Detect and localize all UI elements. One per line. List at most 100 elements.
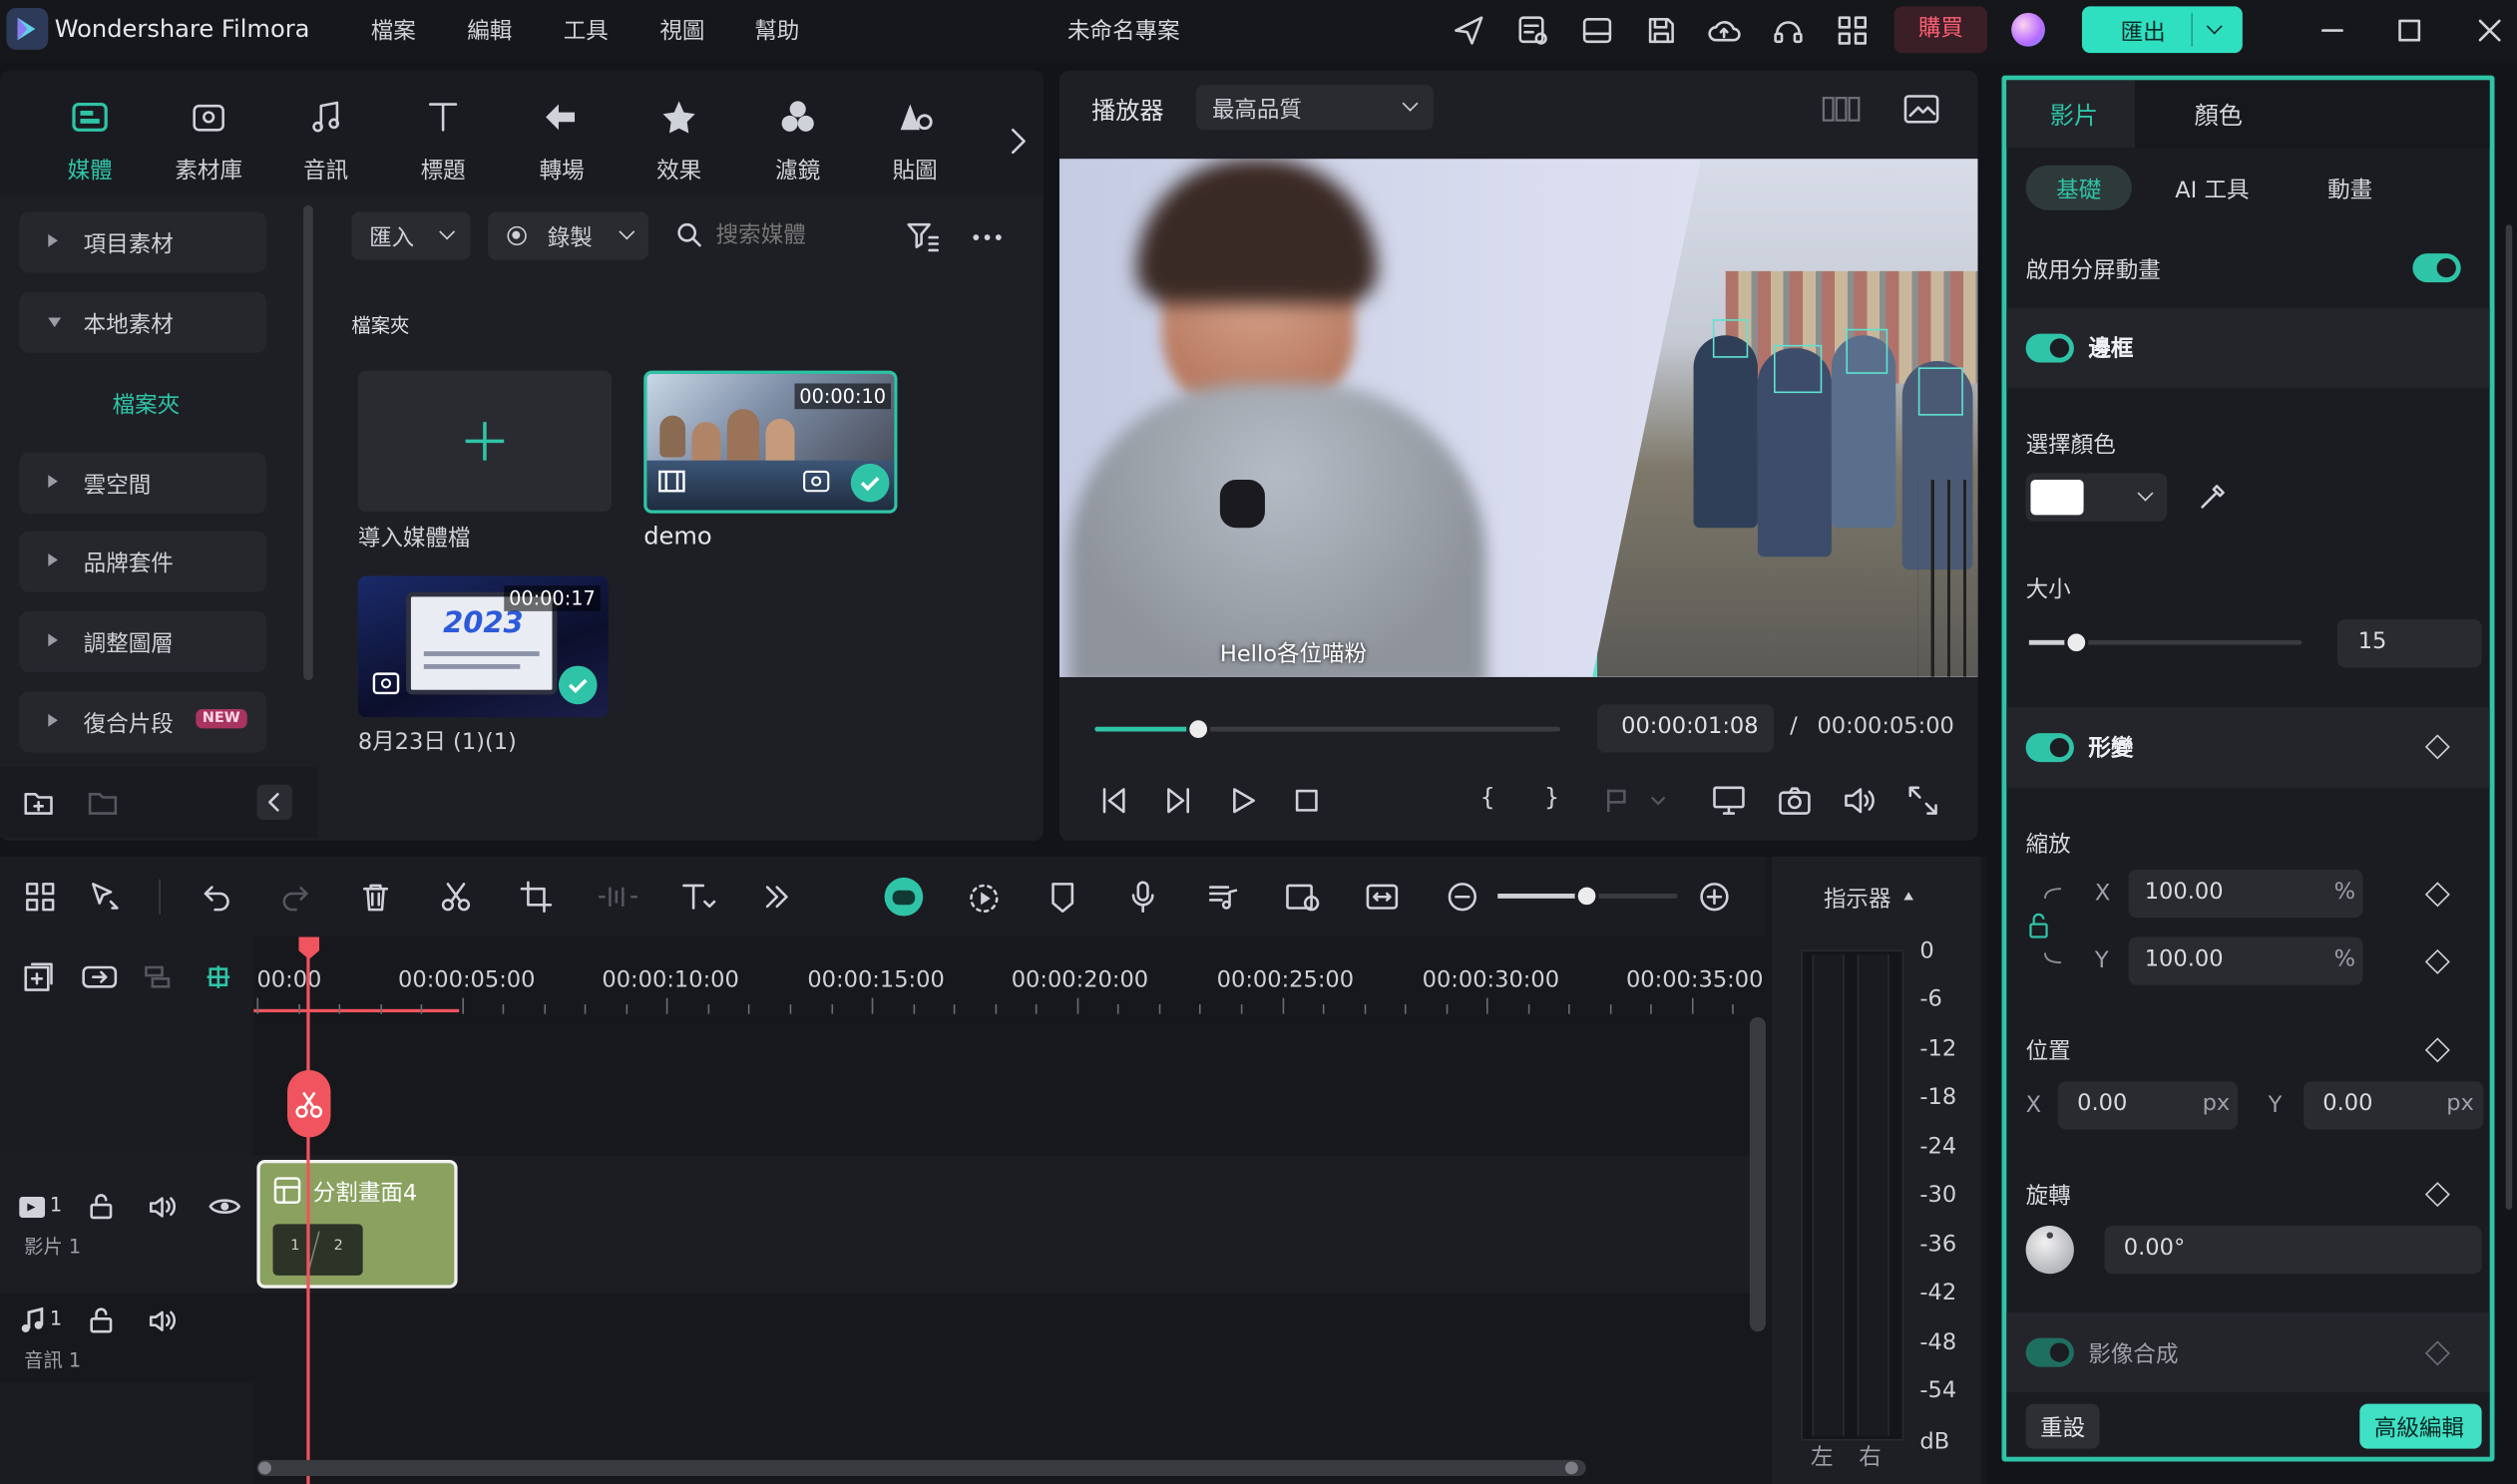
sidebar-item-brand-kit[interactable]: 品牌套件 <box>19 531 267 592</box>
avatar[interactable] <box>2011 12 2045 47</box>
buy-button[interactable]: 購買 <box>1893 6 1988 54</box>
tab-filters[interactable]: 濾鏡 <box>749 93 846 186</box>
filter-sort-icon[interactable] <box>904 218 943 257</box>
tab-color[interactable]: 顏色 <box>2159 80 2275 148</box>
snapshot-clip-icon[interactable] <box>1283 880 1325 915</box>
sidebar-scrollbar[interactable] <box>303 204 313 681</box>
tab-video[interactable]: 影片 <box>2006 80 2136 148</box>
more-icon[interactable] <box>968 219 1007 254</box>
scale-y-input[interactable]: 100.00% <box>2128 936 2363 985</box>
timeline-vertical-scrollbar[interactable] <box>1749 1016 1766 1332</box>
eyedropper-icon[interactable] <box>2196 482 2228 514</box>
timeline-horizontal-scrollbar[interactable] <box>256 1459 1586 1476</box>
tab-effects[interactable]: 效果 <box>630 93 727 186</box>
tab-library[interactable]: 素材庫 <box>161 93 257 186</box>
size-input[interactable]: 15 <box>2336 618 2482 668</box>
more-tools-icon[interactable] <box>759 880 794 915</box>
previous-frame-icon[interactable] <box>1096 783 1131 818</box>
lock-icon[interactable] <box>85 1191 117 1223</box>
border-toggle[interactable] <box>2025 333 2074 363</box>
transform-toggle[interactable] <box>2025 733 2074 763</box>
collapse-sidebar-button[interactable] <box>256 784 292 821</box>
reset-button[interactable]: 重設 <box>2025 1403 2100 1449</box>
close-icon[interactable] <box>2472 13 2507 48</box>
position-y-input[interactable]: 0.00 px <box>2303 1081 2484 1130</box>
inspector-scrollbar[interactable] <box>2505 224 2513 1210</box>
current-time-field[interactable]: 00:00:01:08 <box>1597 704 1775 753</box>
play-icon[interactable] <box>1225 783 1260 818</box>
size-slider-handle[interactable] <box>2064 630 2089 655</box>
crop-icon[interactable] <box>519 880 554 915</box>
minimize-icon[interactable] <box>2314 13 2349 48</box>
fit-timeline-icon[interactable] <box>1365 880 1400 915</box>
import-media-tile[interactable] <box>357 370 613 513</box>
headset-icon[interactable] <box>1771 13 1806 48</box>
subtab-ai-tools[interactable]: AI 工具 <box>2175 174 2249 205</box>
zoom-out-icon[interactable] <box>1445 880 1479 915</box>
sidebar-item-adjustment-layer[interactable]: 調整圖層 <box>19 610 267 673</box>
fullscreen-icon[interactable] <box>1903 781 1942 820</box>
layout-grid-icon[interactable] <box>23 880 58 915</box>
menu-file[interactable]: 檔案 <box>371 14 416 46</box>
subtab-basic[interactable]: 基礎 <box>2025 165 2132 210</box>
zoom-slider-handle[interactable] <box>1574 884 1599 909</box>
scissors-icon[interactable] <box>438 880 473 915</box>
chevron-right-icon[interactable] <box>1002 124 1034 159</box>
search-input[interactable] <box>715 214 877 257</box>
tab-titles[interactable]: 標題 <box>395 93 492 186</box>
shield-marker-icon[interactable] <box>1045 880 1079 915</box>
clip-thumbnail-demo[interactable]: 00:00:10 <box>643 370 898 514</box>
advanced-edit-button[interactable]: 高級編輯 <box>2359 1403 2482 1449</box>
tab-transitions[interactable]: 轉場 <box>514 93 611 186</box>
sidebar-item-project-media[interactable]: 項目素材 <box>19 211 267 273</box>
sidebar-item-compound-clip[interactable]: 復合片段 NEW <box>19 691 267 753</box>
sidebar-item-folder[interactable]: 檔案夾 <box>113 388 181 420</box>
music-list-icon[interactable] <box>1205 880 1240 915</box>
grid-view-icon[interactable] <box>1821 93 1863 125</box>
sidebar-item-local-media[interactable]: 本地素材 <box>19 291 267 353</box>
mark-in-icon[interactable]: { <box>1480 783 1495 812</box>
lock-icon[interactable] <box>85 1304 117 1336</box>
image-snapshot-icon[interactable] <box>1902 92 1941 127</box>
volume-icon[interactable] <box>146 1304 181 1336</box>
composite-toggle[interactable] <box>2025 1337 2074 1367</box>
undo-icon[interactable] <box>200 880 234 915</box>
split-animation-toggle[interactable] <box>2412 253 2461 283</box>
layout-icon[interactable] <box>1579 13 1614 48</box>
link-clip-icon[interactable] <box>80 959 119 994</box>
add-track-icon[interactable] <box>21 959 56 994</box>
color-picker-dropdown[interactable] <box>2025 473 2168 522</box>
volume-icon[interactable] <box>1840 781 1879 820</box>
camera-icon[interactable] <box>1776 781 1815 820</box>
subtab-animation[interactable]: 動畫 <box>2327 174 2372 205</box>
record-dropdown[interactable]: 錄製 <box>488 211 649 260</box>
next-frame-icon[interactable] <box>1160 783 1195 818</box>
send-icon[interactable] <box>1452 13 1486 48</box>
cloud-upload-icon[interactable] <box>1706 13 1741 48</box>
tab-stickers[interactable]: 貼圖 <box>867 93 964 186</box>
text-tool-icon[interactable] <box>677 880 719 915</box>
quality-dropdown[interactable]: 最高品質 <box>1195 85 1434 131</box>
menu-tools[interactable]: 工具 <box>564 14 609 46</box>
eye-icon[interactable] <box>208 1191 242 1223</box>
indicator-label[interactable]: 指示器 <box>1824 883 1891 915</box>
menu-help[interactable]: 幫助 <box>754 14 799 46</box>
scale-x-input[interactable]: 100.00% <box>2128 869 2363 919</box>
timeline-clip-split-screen[interactable]: 分割畫面4 1 2 <box>256 1160 458 1289</box>
microphone-icon[interactable] <box>1125 880 1160 915</box>
display-icon[interactable] <box>1710 781 1749 820</box>
import-dropdown[interactable]: 匯入 <box>351 211 471 260</box>
new-folder-icon[interactable] <box>21 785 56 820</box>
save-icon[interactable] <box>1644 13 1679 48</box>
tab-media[interactable]: 媒體 <box>42 93 139 186</box>
menu-edit[interactable]: 編輯 <box>467 14 512 46</box>
ai-robot-icon[interactable] <box>884 877 924 917</box>
magnet-snap-icon[interactable] <box>201 959 235 994</box>
playback-progress-handle[interactable] <box>1185 717 1210 742</box>
clip-thumbnail-2023[interactable]: 2023 00:00:17 <box>357 575 609 718</box>
position-x-input[interactable]: 0.00 px <box>2057 1081 2239 1130</box>
select-tool-icon[interactable] <box>87 880 126 915</box>
tab-audio[interactable]: 音訊 <box>277 93 374 186</box>
mark-out-icon[interactable]: } <box>1544 783 1559 812</box>
zoom-in-icon[interactable] <box>1697 880 1732 915</box>
